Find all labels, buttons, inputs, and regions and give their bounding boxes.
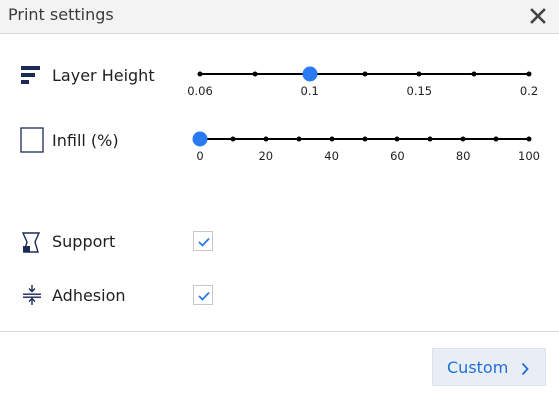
layer-height-slider[interactable]: 0.06 0.1 0.15 0.2 — [187, 66, 538, 104]
adhesion-icon — [22, 284, 42, 310]
slider-tick — [296, 136, 302, 142]
slider-tick — [394, 136, 400, 142]
slider-tick-label: 0.15 — [406, 84, 433, 98]
slider-tick — [493, 136, 499, 142]
slider-tick-label: 60 — [390, 149, 405, 163]
support-icon — [21, 232, 41, 258]
infill-icon — [20, 127, 44, 157]
slider-tick — [362, 136, 367, 142]
slider-tick-label: 0.06 — [187, 84, 213, 98]
slider-tick — [526, 136, 532, 142]
layer-height-label: Layer Height — [52, 66, 155, 85]
slider-tick-label: 40 — [324, 149, 339, 163]
support-label: Support — [52, 232, 116, 251]
custom-button[interactable]: Custom — [432, 348, 546, 386]
support-checkbox[interactable] — [193, 231, 213, 251]
slider-tick — [416, 71, 422, 77]
slider-tick — [197, 71, 203, 77]
adhesion-checkbox[interactable] — [193, 285, 213, 305]
infill-label: Infill (%) — [52, 131, 119, 150]
slider-tick — [362, 71, 367, 77]
layer-height-icon — [20, 65, 42, 91]
slider-tick-label: 80 — [455, 149, 471, 163]
slider-tick — [471, 71, 477, 77]
slider-handle[interactable] — [302, 66, 318, 82]
slider-tick-label: 20 — [258, 149, 274, 163]
slider-tick-label: 0.2 — [519, 84, 539, 98]
slider-tick-label: 0.1 — [300, 84, 319, 98]
slider-tick — [329, 136, 335, 142]
custom-button-label: Custom — [447, 358, 509, 377]
infill-slider[interactable]: 0 20 40 60 80 100 — [192, 131, 540, 169]
slider-tick — [427, 136, 433, 142]
slider-tick-label: 0 — [196, 149, 204, 163]
checkmark-icon — [198, 291, 210, 301]
slider-tick — [263, 136, 269, 142]
close-icon[interactable] — [527, 5, 549, 27]
print-settings-panel: Print settings Layer Height 0.06 0.1 0.15 0… — [0, 0, 559, 400]
slider-tick — [460, 136, 466, 142]
slider-tick — [252, 71, 258, 77]
checkmark-icon — [198, 237, 210, 247]
panel-header: Print settings — [0, 0, 559, 34]
panel-title: Print settings — [8, 5, 114, 24]
slider-tick — [526, 71, 532, 77]
slider-handle[interactable] — [192, 131, 208, 147]
chevron-right-icon — [521, 361, 529, 380]
slider-tick-label: 100 — [518, 149, 540, 163]
adhesion-label: Adhesion — [52, 286, 126, 305]
slider-tick — [230, 136, 236, 142]
footer-divider — [0, 331, 559, 332]
